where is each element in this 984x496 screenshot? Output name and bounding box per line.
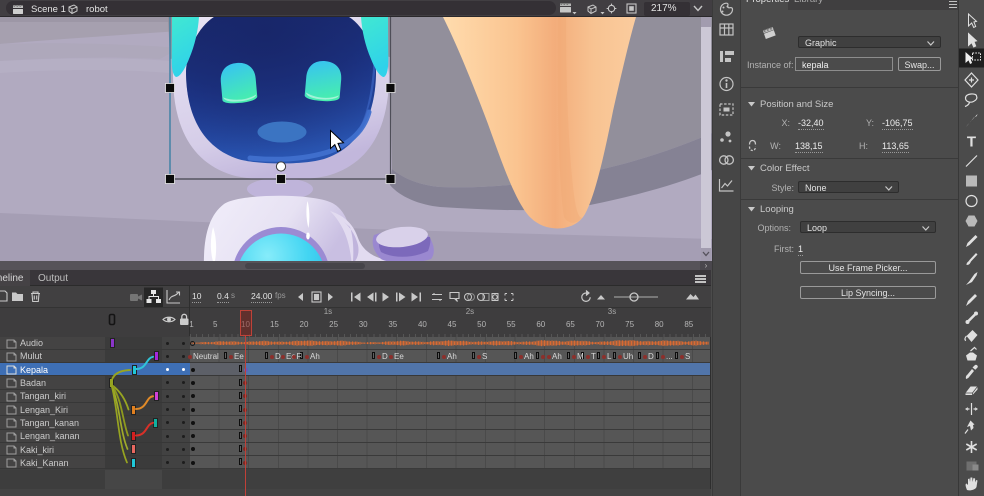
- svg-text:T: T: [967, 134, 976, 151]
